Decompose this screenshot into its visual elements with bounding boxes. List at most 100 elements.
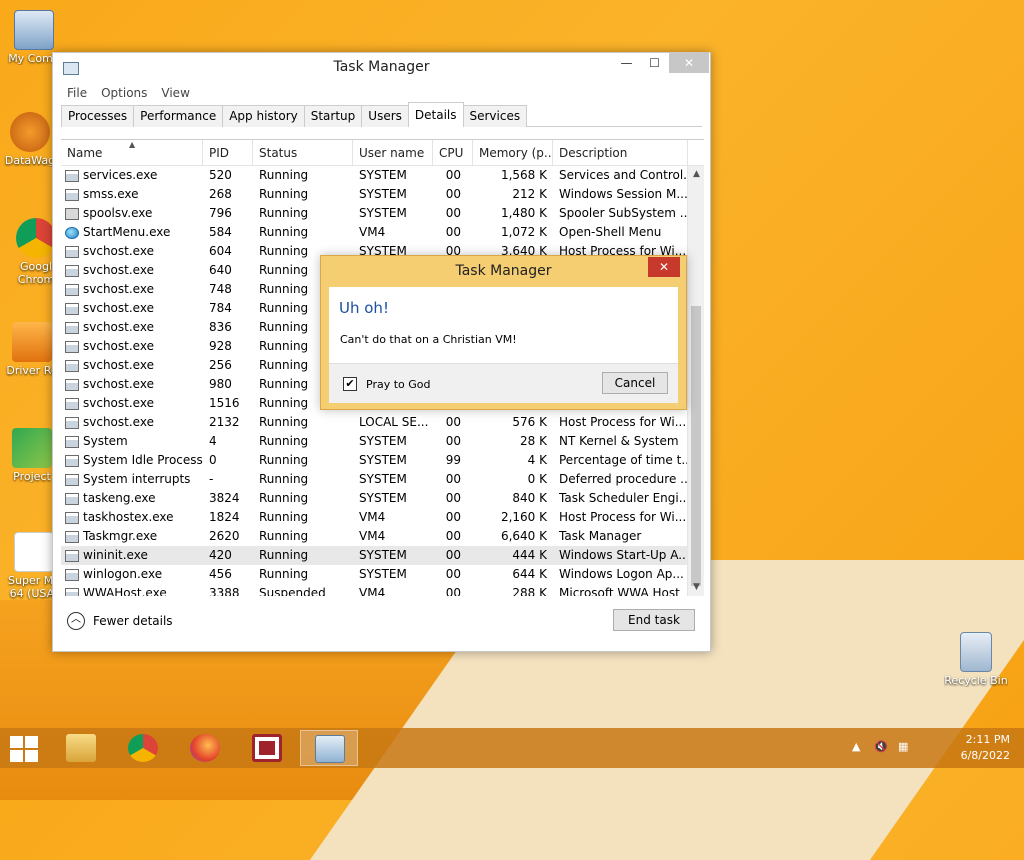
status-cell: Running [259,415,309,429]
table-row[interactable]: services.exe 520 Running SYSTEM 00 1,568 K Ser… [61,166,704,185]
user-cell: SYSTEM [359,491,407,505]
taskbar-firefox[interactable] [176,730,234,766]
system-clock[interactable]: 2:11 PM 6/8/2022 [940,732,1010,764]
table-row[interactable]: System interrupts - Running SYSTEM 00 0 K Defe… [61,470,704,489]
menu-options[interactable]: Options [101,83,147,103]
table-row[interactable]: smss.exe 268 Running SYSTEM 00 212 K Windows S… [61,185,704,204]
process-icon [65,226,79,239]
mem-cell: 1,480 K [500,206,547,220]
mem-cell: 644 K [512,567,547,581]
speaker-muted-icon[interactable]: 🔇 [874,740,888,753]
folder-icon [66,734,96,762]
column-header-memory[interactable]: Memory (p... [473,140,553,165]
fewer-details-toggle[interactable]: ︿ Fewer details [67,612,173,630]
cancel-button[interactable]: Cancel [602,372,668,394]
user-cell: VM4 [359,225,386,239]
desc-cell: NT Kernel & System [559,434,679,448]
status-cell: Running [259,472,309,486]
process-name: svchost.exe [83,358,154,372]
vertical-scrollbar[interactable]: ▲ ▼ [687,166,704,596]
user-cell: SYSTEM [359,168,407,182]
dialog-title: Task Manager [455,263,552,279]
process-name-cell: taskhostex.exe [61,508,203,527]
tab-processes[interactable]: Processes [61,105,135,127]
process-name-cell: taskeng.exe [61,489,203,508]
pid-cell: 1516 [209,396,240,410]
table-row[interactable]: spoolsv.exe 796 Running SYSTEM 00 1,480 K Spoo… [61,204,704,223]
maximize-button[interactable]: ☐ [641,53,668,73]
table-row[interactable]: winlogon.exe 456 Running SYSTEM 00 644 K Windo… [61,565,704,584]
driver-icon [12,322,52,362]
table-row[interactable]: svchost.exe 2132 Running LOCAL SE... 00 576 K… [61,413,704,432]
process-icon [65,549,79,562]
user-cell: VM4 [359,510,386,524]
process-name: svchost.exe [83,415,154,429]
process-name: svchost.exe [83,282,154,296]
network-icon[interactable]: ▦ [898,740,908,753]
scroll-up-icon[interactable]: ▲ [688,166,704,183]
computer-icon [14,10,54,50]
show-hidden-icons[interactable]: ▲ [852,740,860,753]
news-icon [252,734,282,762]
desktop-icon-label: DataWag [4,154,56,167]
process-icon [65,511,79,524]
desc-cell: Services and Control... [559,168,688,182]
recycle-bin-icon [960,632,992,672]
table-row[interactable]: wininit.exe 420 Running SYSTEM 00 444 K Window… [61,546,704,565]
taskbar-news-app[interactable] [238,730,296,766]
process-name: System Idle Process [83,453,203,467]
pray-checkbox[interactable]: ✔ [343,377,357,391]
minimize-button[interactable]: — [613,53,640,73]
dialog-message: Can't do that on a Christian VM! [340,333,517,346]
table-row[interactable]: taskeng.exe 3824 Running SYSTEM 00 840 K Task … [61,489,704,508]
pid-cell: 520 [209,168,232,182]
mem-cell: 0 K [527,472,547,486]
table-row[interactable]: StartMenu.exe 584 Running VM4 00 1,072 K Open-… [61,223,704,242]
column-header-pid[interactable]: PID [203,140,253,165]
menu-file[interactable]: File [67,83,87,103]
desc-cell: Windows Session M... [559,187,688,201]
column-header-status[interactable]: Status [253,140,353,165]
scrollbar-thumb[interactable] [691,306,701,586]
tab-details[interactable]: Details [407,102,464,127]
mem-cell: 1,568 K [500,168,547,182]
table-header: ▲ Name PID Status User name CPU Memory (… [61,140,704,166]
user-cell: SYSTEM [359,453,407,467]
pid-cell: 604 [209,244,232,258]
windows-start-icon[interactable] [10,736,38,762]
end-task-button[interactable]: End task [613,609,695,631]
table-row[interactable]: System 4 Running SYSTEM 00 28 K NT Kernel & Sy… [61,432,704,451]
tab-performance[interactable]: Performance [133,105,224,127]
table-row[interactable]: Taskmgr.exe 2620 Running VM4 00 6,640 K Task M… [61,527,704,546]
taskbar-task-manager[interactable] [300,730,358,766]
column-header-user-name[interactable]: User name [353,140,433,165]
pid-cell: 980 [209,377,232,391]
process-name: StartMenu.exe [83,225,171,239]
clock-time: 2:11 PM [965,733,1010,746]
process-name: services.exe [83,168,158,182]
status-cell: Running [259,567,309,581]
scroll-down-icon[interactable]: ▼ [688,579,704,596]
table-row[interactable]: System Idle Process 0 Running SYSTEM 99 4 K Pe… [61,451,704,470]
tab-startup[interactable]: Startup [303,105,363,127]
mem-cell: 576 K [512,415,547,429]
tab-app-history[interactable]: App history [222,105,305,127]
dialog-close-button[interactable]: ✕ [648,257,680,277]
mem-cell: 212 K [512,187,547,201]
taskbar-file-explorer[interactable] [52,730,110,766]
desktop-icon-datawag[interactable]: DataWag [0,112,60,167]
dialog-title-bar[interactable]: Task Manager ✕ [321,256,686,286]
taskbar-chrome[interactable] [114,730,172,766]
close-button[interactable]: ✕ [669,53,709,73]
column-header-description[interactable]: Description [553,140,688,165]
column-header-cpu[interactable]: CPU [433,140,473,165]
desktop-icon-recycle-bin[interactable]: Recycle Bin [944,632,1008,687]
menu-bar: File Options View [53,83,710,103]
menu-view[interactable]: View [161,83,189,103]
tab-users[interactable]: Users [361,105,409,127]
tab-services[interactable]: Services [462,105,528,127]
pray-checkbox-label[interactable]: Pray to God [366,378,431,391]
table-row[interactable]: taskhostex.exe 1824 Running VM4 00 2,160 K Hos… [61,508,704,527]
title-bar[interactable]: Task Manager — ☐ ✕ [53,53,710,83]
file-icon [14,532,54,572]
